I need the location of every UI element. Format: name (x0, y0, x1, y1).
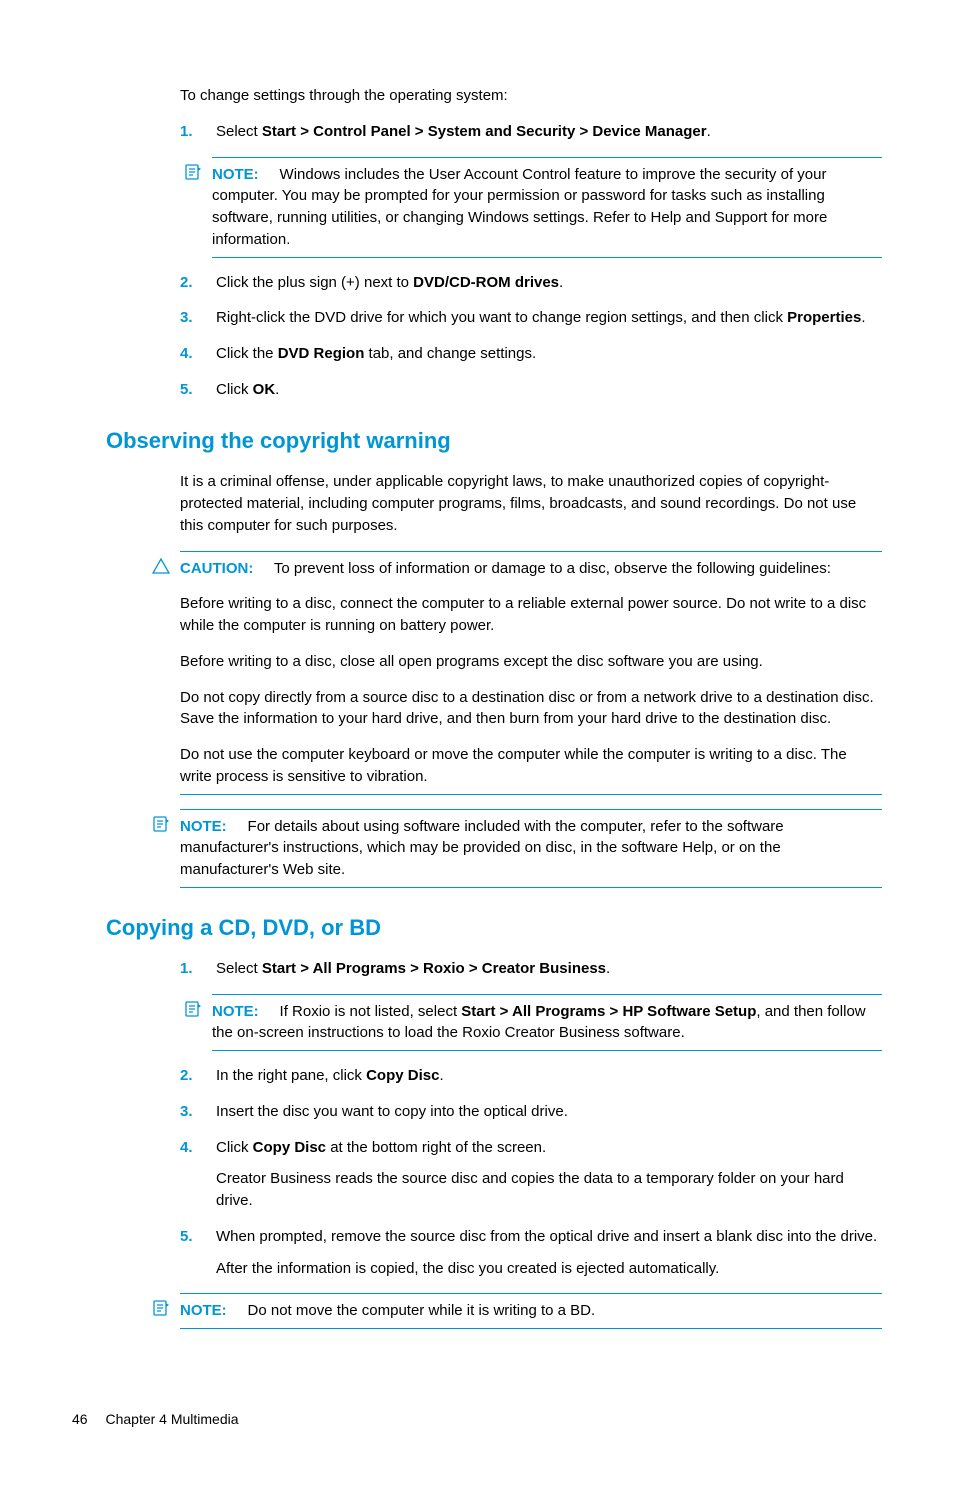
step-text-bold: Copy Disc (253, 1139, 326, 1156)
step-number: 1. (180, 121, 216, 143)
note-text: For details about using software include… (180, 818, 784, 879)
note-label: NOTE: (212, 166, 259, 183)
note-spacer (231, 818, 244, 835)
step-body: Select Start > All Programs > Roxio > Cr… (216, 958, 882, 980)
step-item: 5. Click OK. (72, 379, 882, 401)
caution-para: Before writing to a disc, connect the co… (180, 593, 882, 637)
step-text-bold: Copy Disc (366, 1067, 439, 1084)
step-item: 1. Select Start > Control Panel > System… (72, 121, 882, 143)
step-text-pre: Click the (216, 345, 278, 362)
step-number: 3. (180, 307, 216, 329)
note-spacer (263, 1003, 276, 1020)
page-content: To change settings through the operating… (72, 85, 882, 1329)
step-item: 4. Click the DVD Region tab, and change … (72, 343, 882, 365)
note-text-pre: If Roxio is not listed, select (280, 1003, 462, 1020)
note-callout: NOTE: Do not move the computer while it … (180, 1293, 882, 1329)
step-number: 5. (180, 379, 216, 401)
intro-text: To change settings through the operating… (180, 85, 882, 107)
step-text-pre: Select (216, 123, 262, 140)
step-number: 2. (180, 1065, 216, 1087)
step-text-pre: Insert the disc you want to copy into th… (216, 1103, 568, 1120)
note-icon (184, 164, 202, 180)
step-body: Right-click the DVD drive for which you … (216, 307, 882, 329)
note-callout: NOTE: If Roxio is not listed, select Sta… (212, 994, 882, 1052)
step-item: 4. Click Copy Disc at the bottom right o… (72, 1137, 882, 1212)
step-text-bold: DVD Region (278, 345, 365, 362)
step-text-post: . (559, 274, 563, 291)
note-icon (152, 1300, 170, 1316)
note-label: NOTE: (180, 818, 227, 835)
step-text-bold: OK (253, 381, 276, 398)
step-text-pre: Click the plus sign (+) next to (216, 274, 413, 291)
step-body: Click Copy Disc at the bottom right of t… (216, 1137, 882, 1212)
chapter-label: Chapter 4 Multimedia (105, 1411, 238, 1427)
step-item: 1. Select Start > All Programs > Roxio >… (72, 958, 882, 980)
caution-callout: CAUTION: To prevent loss of information … (180, 551, 882, 795)
note-text: Do not move the computer while it is wri… (248, 1302, 596, 1319)
step-body: Click the DVD Region tab, and change set… (216, 343, 882, 365)
heading-copying: Copying a CD, DVD, or BD (106, 912, 882, 944)
step-text-post: . (707, 123, 711, 140)
step-item: 2. Click the plus sign (+) next to DVD/C… (72, 272, 882, 294)
page-footer: 46 Chapter 4 Multimedia (72, 1409, 882, 1429)
caution-body: CAUTION: To prevent loss of information … (180, 558, 882, 788)
step-item: 3. Insert the disc you want to copy into… (72, 1101, 882, 1123)
step-item: 5. When prompted, remove the source disc… (72, 1226, 882, 1280)
step-text-post: at the bottom right of the screen. (326, 1139, 546, 1156)
step-body: When prompted, remove the source disc fr… (216, 1226, 882, 1280)
note-label: NOTE: (212, 1003, 259, 1020)
step-text-post: tab, and change settings. (364, 345, 536, 362)
step-text-pre: Click (216, 1139, 253, 1156)
step-number: 4. (180, 343, 216, 365)
step-body: Insert the disc you want to copy into th… (216, 1101, 882, 1123)
heading-copyright: Observing the copyright warning (106, 425, 882, 457)
step-text-bold: Start > Control Panel > System and Secur… (262, 123, 707, 140)
step-text-pre: In the right pane, click (216, 1067, 366, 1084)
step-text-pre: Right-click the DVD drive for which you … (216, 309, 787, 326)
step-text-post: . (439, 1067, 443, 1084)
page-number: 46 (72, 1411, 88, 1427)
caution-para: Before writing to a disc, close all open… (180, 651, 882, 673)
step-number: 2. (180, 272, 216, 294)
step-number: 5. (180, 1226, 216, 1280)
step-text-bold: DVD/CD-ROM drives (413, 274, 559, 291)
step-text-post: . (861, 309, 865, 326)
note-callout: NOTE: For details about using software i… (180, 809, 882, 888)
caution-para: Do not use the computer keyboard or move… (180, 744, 882, 788)
step-text-post: . (275, 381, 279, 398)
step-text-pre: Click (216, 381, 253, 398)
step-body: Click the plus sign (+) next to DVD/CD-R… (216, 272, 882, 294)
step-text-pre: When prompted, remove the source disc fr… (216, 1228, 877, 1245)
step-text-bold: Properties (787, 309, 861, 326)
step-body: In the right pane, click Copy Disc. (216, 1065, 882, 1087)
step-body: Select Start > Control Panel > System an… (216, 121, 882, 143)
note-label: NOTE: (180, 1302, 227, 1319)
step-item: 3. Right-click the DVD drive for which y… (72, 307, 882, 329)
step-body: Click OK. (216, 379, 882, 401)
caution-lead: To prevent loss of information or damage… (274, 560, 831, 577)
caution-spacer (258, 560, 271, 577)
step-text-bold: Start > All Programs > Roxio > Creator B… (262, 960, 606, 977)
note-callout: NOTE: Windows includes the User Account … (212, 157, 882, 258)
note-icon (184, 1001, 202, 1017)
step-extra: Creator Business reads the source disc a… (216, 1168, 882, 1212)
note-spacer (231, 1302, 244, 1319)
step-extra: After the information is copied, the dis… (216, 1258, 882, 1280)
step-text-pre: Select (216, 960, 262, 977)
step-number: 3. (180, 1101, 216, 1123)
step-text-post: . (606, 960, 610, 977)
caution-label: CAUTION: (180, 560, 253, 577)
step-item: 2. In the right pane, click Copy Disc. (72, 1065, 882, 1087)
note-text: Windows includes the User Account Contro… (212, 166, 827, 248)
step-number: 4. (180, 1137, 216, 1212)
note-icon (152, 816, 170, 832)
step-number: 1. (180, 958, 216, 980)
paragraph: It is a criminal offense, under applicab… (180, 471, 882, 536)
caution-para: Do not copy directly from a source disc … (180, 687, 882, 731)
caution-icon (152, 558, 170, 574)
note-spacer (263, 166, 276, 183)
note-text-bold: Start > All Programs > HP Software Setup (461, 1003, 756, 1020)
